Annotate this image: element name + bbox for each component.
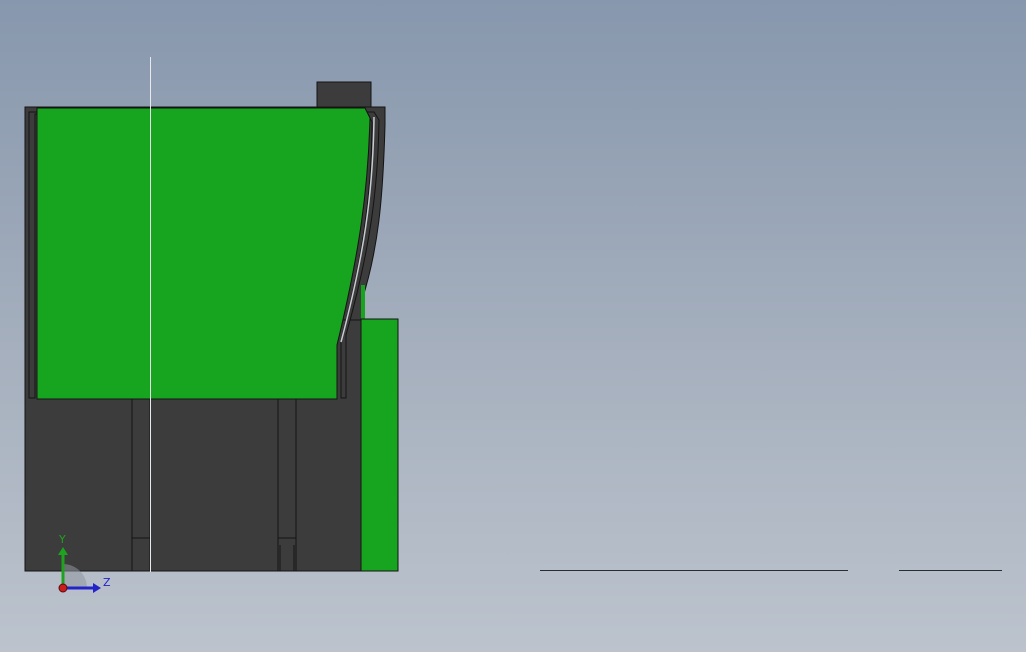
z-axis-label: Z [103, 576, 111, 589]
top-tab [316, 81, 372, 109]
y-arrow-head [58, 547, 68, 555]
origin-dot [58, 583, 68, 593]
green-side-block [360, 318, 399, 572]
ground-line-1 [540, 570, 848, 571]
ground-line-2 [899, 570, 1002, 571]
green-strip-upper [361, 285, 365, 320]
reference-triad[interactable]: Y Z [50, 530, 120, 600]
triad-quadrant [63, 564, 87, 588]
part-model-side-view[interactable] [0, 0, 1026, 652]
graphics-viewport[interactable]: Y Z [0, 0, 1026, 652]
z-arrow-head [93, 583, 101, 593]
y-axis-label: Y [59, 533, 66, 546]
green-face [36, 107, 371, 400]
